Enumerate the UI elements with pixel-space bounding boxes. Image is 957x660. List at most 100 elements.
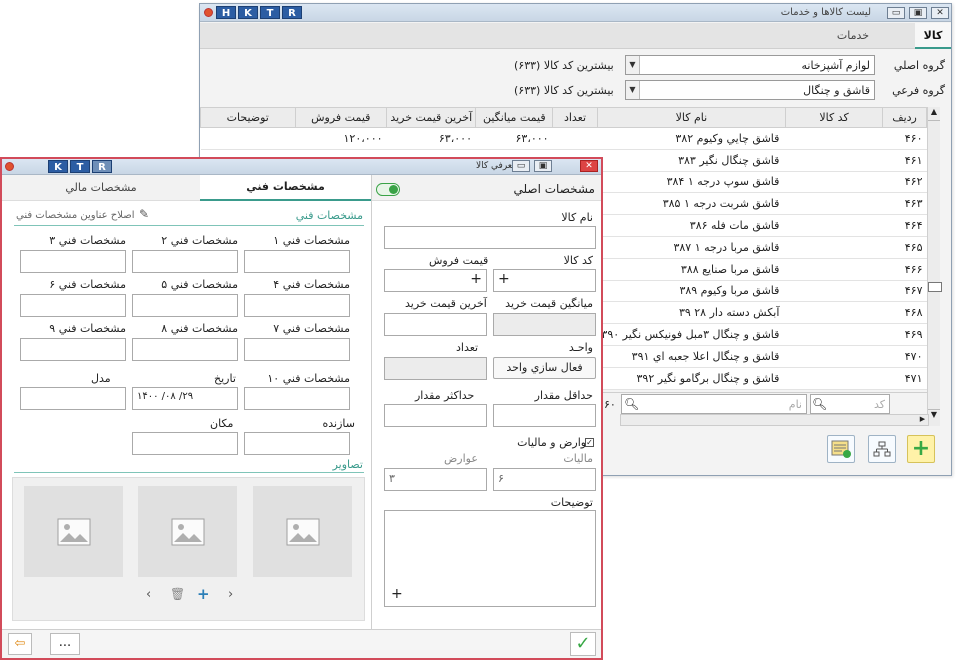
- table-cell: [785, 323, 883, 346]
- add-button[interactable]: +: [907, 435, 935, 463]
- k-button[interactable]: K: [238, 6, 258, 19]
- t-button[interactable]: T: [70, 160, 90, 173]
- prev-image-icon[interactable]: ‹: [146, 587, 151, 602]
- model-input[interactable]: [20, 387, 126, 410]
- tab-financial[interactable]: مشخصات مالي: [2, 175, 200, 201]
- spec-label-5: مشخصات فني ۵: [161, 278, 238, 291]
- trash-icon[interactable]: 🗑︎: [170, 587, 185, 601]
- minimize-button[interactable]: ▭: [887, 7, 905, 19]
- table-cell: ۴۶۹: [882, 323, 927, 346]
- next-image-icon[interactable]: ›: [228, 587, 233, 602]
- spec-input-8[interactable]: [132, 338, 238, 361]
- active-toggle[interactable]: [376, 183, 400, 196]
- spec-input-5[interactable]: [132, 294, 238, 317]
- panel-toggle-icon[interactable]: [928, 282, 942, 292]
- spec-input-9[interactable]: [20, 338, 126, 361]
- table-cell: ۴۶۵: [882, 236, 927, 259]
- col-row[interactable]: رديف: [882, 107, 927, 128]
- table-cell: [785, 127, 883, 150]
- close-button[interactable]: ✕: [580, 160, 598, 172]
- spec-input-2[interactable]: [132, 250, 238, 273]
- max-label: حداکثر مقدار: [415, 389, 475, 402]
- col-qty[interactable]: تعداد: [552, 107, 598, 128]
- min-input[interactable]: [493, 404, 596, 427]
- tab-goods[interactable]: کالا: [915, 23, 951, 49]
- col-name[interactable]: نام کالا: [596, 107, 786, 128]
- place-input[interactable]: [132, 432, 238, 455]
- spec-label-2: مشخصات فني ۲: [161, 234, 238, 247]
- exit-icon[interactable]: ⇦: [8, 633, 32, 655]
- window-dot-icon[interactable]: [204, 8, 213, 17]
- ktr-buttons: HKTR: [216, 6, 302, 19]
- col-code[interactable]: کد کالا: [784, 107, 884, 128]
- image-slot-2[interactable]: [138, 486, 237, 577]
- scroll-down-icon[interactable]: ▼: [928, 409, 940, 423]
- tax-label: ماليات: [563, 452, 593, 465]
- export-list-button[interactable]: [827, 435, 855, 463]
- images-label: تصاوير: [332, 458, 363, 471]
- more-button[interactable]: ...: [50, 633, 80, 655]
- code-input[interactable]: +: [493, 269, 596, 292]
- qty-input: [384, 357, 487, 380]
- r-button[interactable]: R: [92, 160, 112, 173]
- chevron-down-icon: ▼: [626, 56, 640, 74]
- description-textarea[interactable]: +: [384, 510, 596, 607]
- pencil-icon[interactable]: ✎: [139, 207, 149, 221]
- table-cell: ۳۸۳ قاشق چنگال نگير: [597, 149, 786, 172]
- r-button[interactable]: R: [282, 6, 302, 19]
- t-button[interactable]: T: [260, 6, 280, 19]
- image-slot-1[interactable]: [253, 486, 352, 577]
- table-cell: ۳۸۵ قاشق شربت درجه ۱: [597, 192, 786, 216]
- col-description[interactable]: توضيحات: [200, 107, 296, 128]
- back-tabs: کالا خدمات: [200, 23, 951, 49]
- spec-input-7[interactable]: [244, 338, 350, 361]
- h-button[interactable]: H: [216, 6, 236, 19]
- main-group-label: گروه اصلي: [893, 59, 945, 72]
- item-name-input[interactable]: [384, 226, 596, 249]
- duty-input[interactable]: ۳: [384, 468, 487, 491]
- hierarchy-button[interactable]: [868, 435, 896, 463]
- scroll-up-icon[interactable]: ▲: [928, 107, 940, 121]
- col-avg-price[interactable]: قيمت ميانگين: [475, 107, 554, 128]
- k-button[interactable]: K: [48, 160, 68, 173]
- restore-button[interactable]: ▣: [534, 160, 552, 172]
- fix-titles-link[interactable]: اصلاح عناوين مشخصات فني: [16, 210, 134, 221]
- main-group-select[interactable]: ▼ لوازم آشپزخانه: [625, 55, 875, 75]
- sale-price-input[interactable]: +: [384, 269, 487, 292]
- col-last-price[interactable]: آخرين قيمت خريد: [386, 107, 477, 128]
- max-input[interactable]: [384, 404, 487, 427]
- search-icon: 🔍︎: [624, 397, 640, 411]
- close-button[interactable]: ✕: [931, 7, 949, 19]
- tab-services[interactable]: خدمات: [833, 23, 873, 49]
- sub-group-select[interactable]: ▼ قاشق و چنگال: [625, 80, 875, 100]
- tab-technical[interactable]: مشخصات فني: [200, 175, 371, 201]
- table-cell: [785, 171, 883, 194]
- restore-button[interactable]: ▣: [909, 7, 927, 19]
- spec-input-1[interactable]: [244, 250, 350, 273]
- spec-input-6[interactable]: [20, 294, 126, 317]
- minimize-button[interactable]: ▭: [512, 160, 530, 172]
- horizontal-scrollbar[interactable]: ▶: [620, 414, 929, 426]
- tax-input[interactable]: ۶: [493, 468, 596, 491]
- spec-input-4[interactable]: [244, 294, 350, 317]
- cell-description: [200, 127, 295, 150]
- table-row[interactable]: ۱۲۰،۰۰۰ ۶۳،۰۰۰ ۶۳،۰۰۰ ۳۸۲ قاشق چايي وکيوم ۴۶…: [200, 127, 927, 150]
- activate-unit-button[interactable]: فعال سازي واحد: [493, 357, 596, 379]
- date-input[interactable]: ۱۴۰۰ /۰۸ /۲۹: [132, 387, 238, 410]
- image-slot-3[interactable]: [24, 486, 123, 577]
- tech-underline: [14, 225, 364, 226]
- taxes-checkbox[interactable]: ✓: [585, 438, 594, 447]
- window-dot-icon[interactable]: [5, 162, 14, 171]
- last-price-input[interactable]: [384, 313, 487, 336]
- table-scrollbar[interactable]: ▲ ▼: [927, 107, 940, 426]
- add-image-icon[interactable]: +: [197, 585, 210, 603]
- sub-group-label: گروه فرعي: [892, 84, 945, 97]
- plus-icon[interactable]: +: [391, 586, 403, 602]
- name-filter-input[interactable]: نام: [621, 394, 807, 414]
- spec-input-3[interactable]: [20, 250, 126, 273]
- confirm-check-icon[interactable]: ✓: [570, 632, 596, 656]
- spec-input-10[interactable]: [244, 387, 350, 410]
- col-sale-price[interactable]: قيمت فروش: [294, 107, 388, 128]
- scroll-right-icon[interactable]: ▶: [917, 415, 928, 425]
- maker-input[interactable]: [244, 432, 350, 455]
